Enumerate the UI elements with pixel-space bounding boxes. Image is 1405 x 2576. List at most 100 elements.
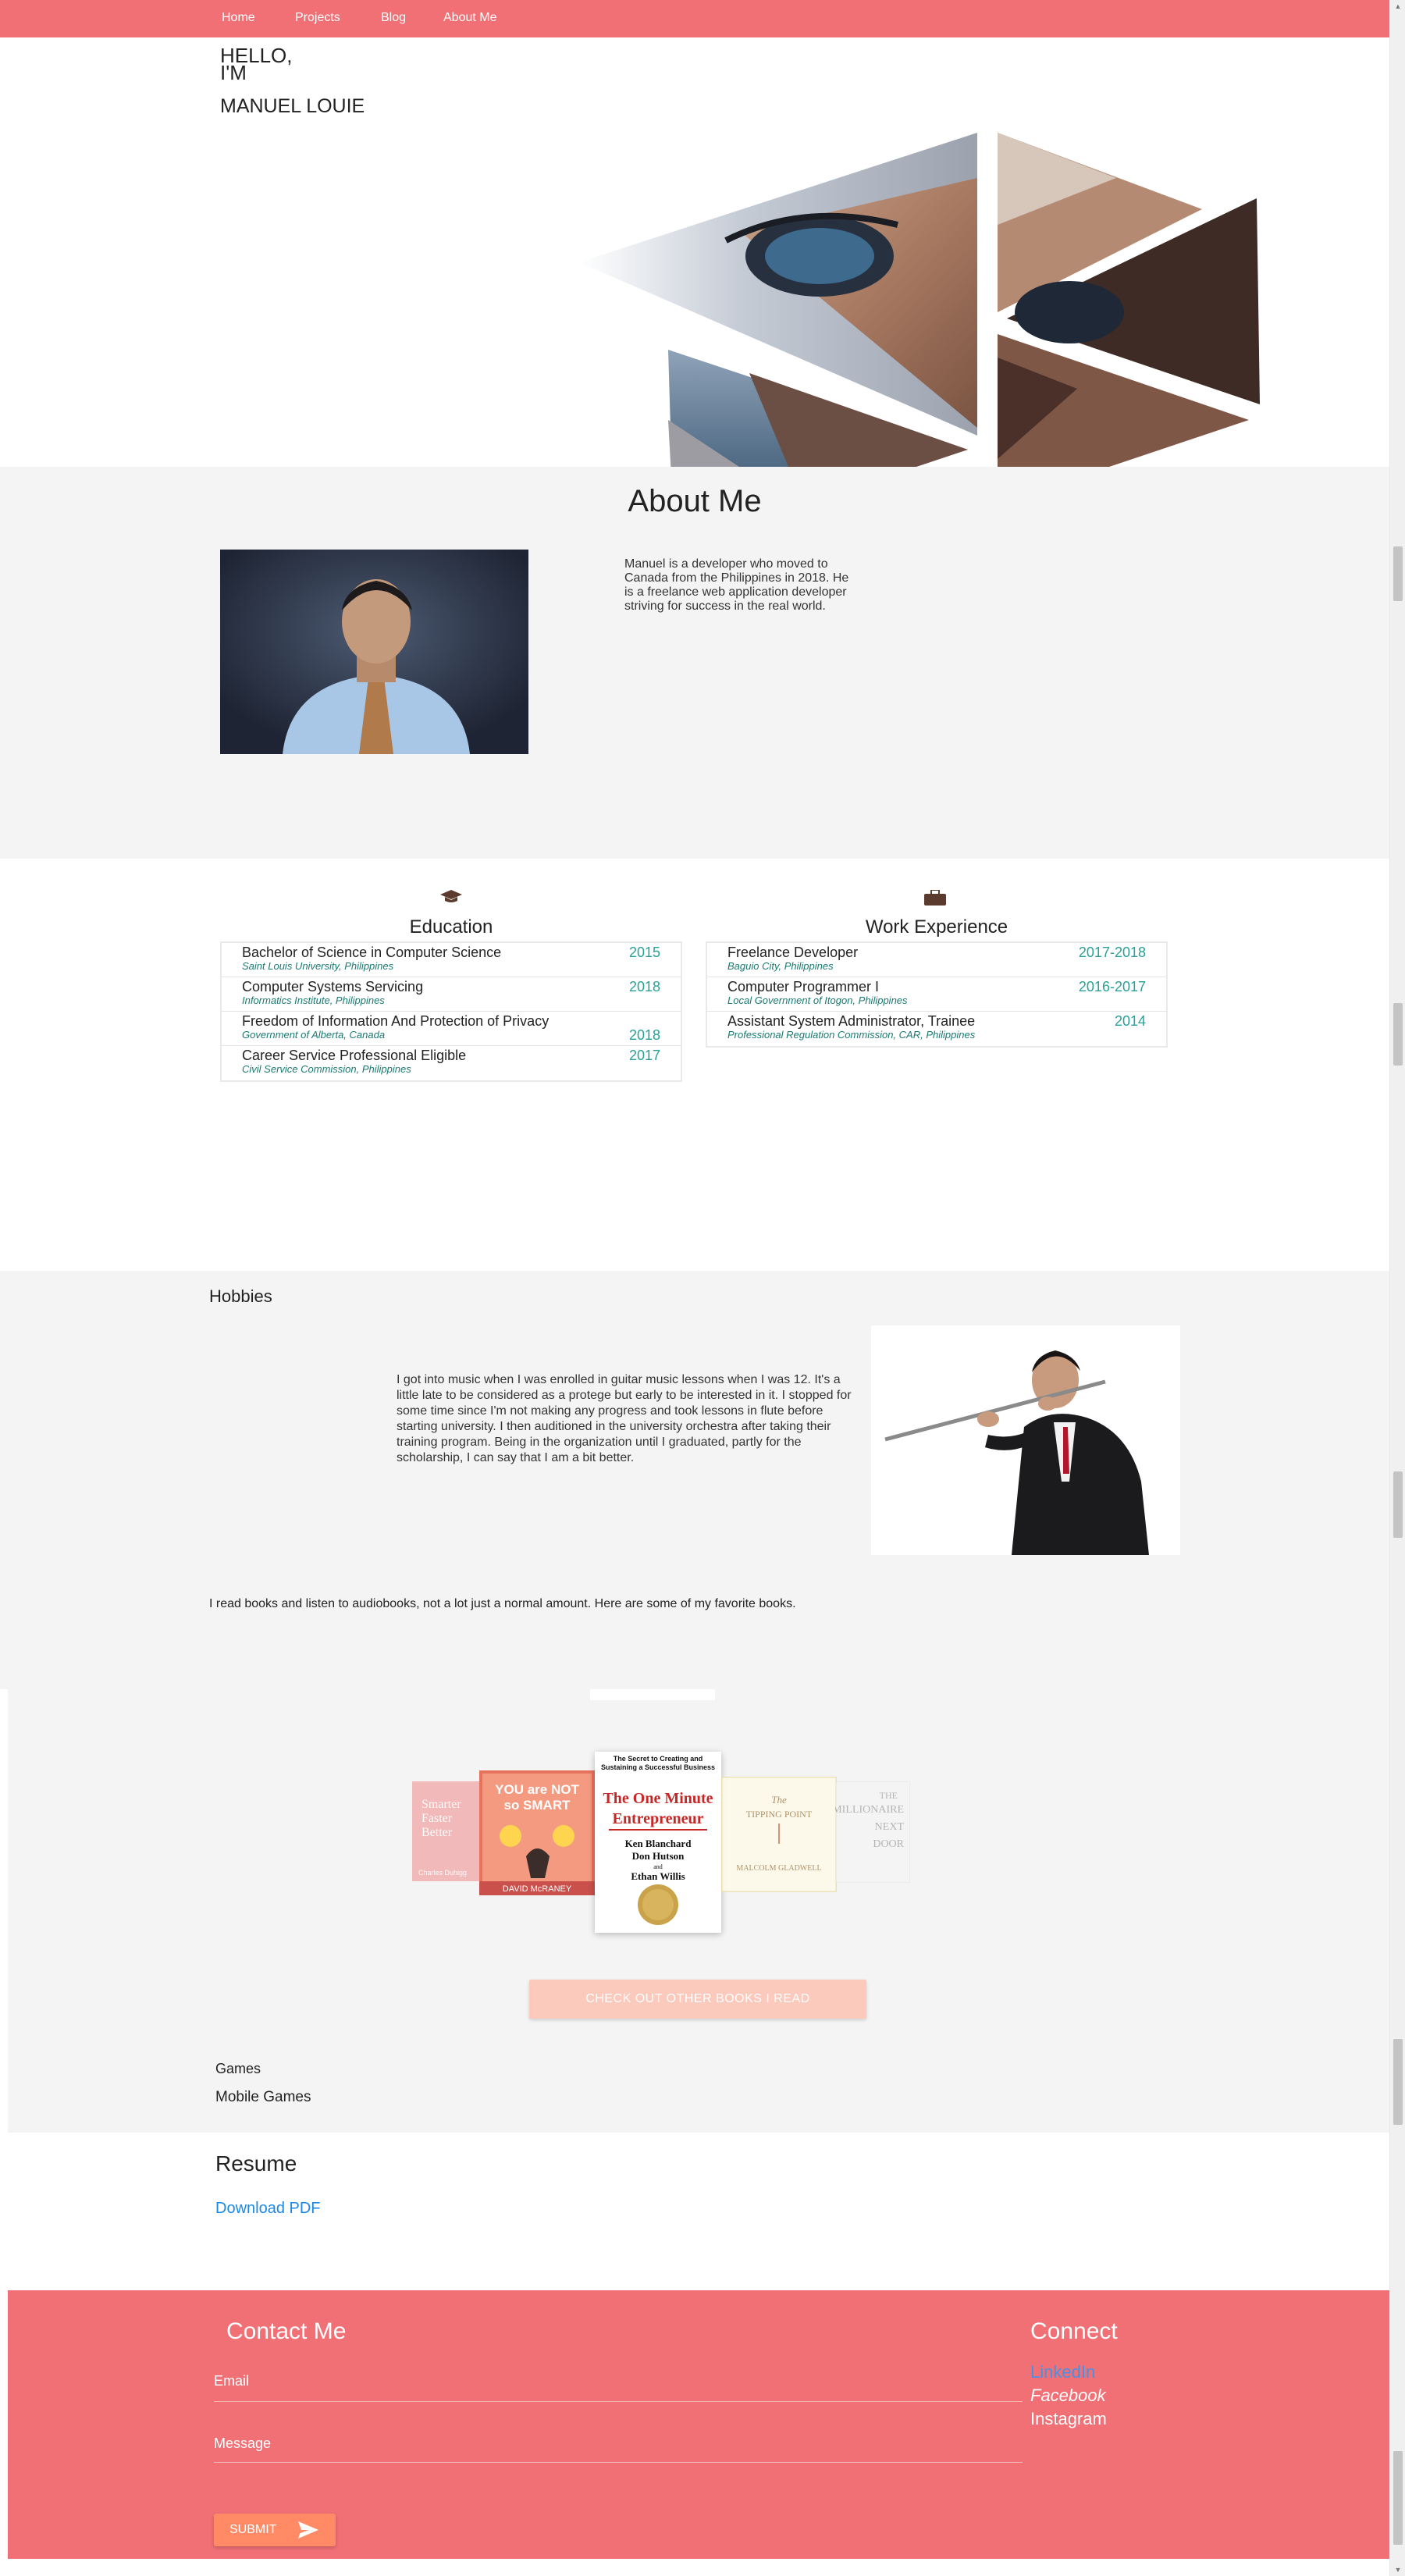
book-cover[interactable]: THE MILLIONAIRE NEXT DOOR [832, 1781, 911, 1884]
scrollbar-thumb[interactable] [1393, 546, 1403, 601]
contact-section: Contact Me Email Message SUBMIT Connect … [8, 2290, 1389, 2559]
education-row: Career Service Professional Eligible Civ… [222, 1046, 681, 1080]
submit-button[interactable]: SUBMIT [214, 2514, 336, 2546]
resume-section: Resume Download PDF [8, 2133, 1389, 2290]
book-author: Ken Blanchard [625, 1838, 692, 1849]
hero-portrait-triangles [579, 133, 1260, 468]
nav-projects-link[interactable]: Projects [295, 11, 340, 25]
book-author: DAVID McRANEY [503, 1884, 572, 1894]
work-row: Assistant System Administrator, Trainee … [707, 1012, 1166, 1046]
book-author: Charles Duhigg [418, 1869, 467, 1877]
flute-player-photo [871, 1325, 1180, 1555]
contact-title: Contact Me [226, 2318, 347, 2344]
book-cover[interactable]: The Secret to Creating and Sustaining a … [595, 1752, 721, 1933]
book-title-line: NEXT [875, 1821, 905, 1833]
briefcase-icon [924, 889, 946, 909]
work-title: Work Experience [865, 916, 1008, 938]
work-row: Freelance Developer Baguio City, Philipp… [707, 943, 1166, 977]
education-degree: Career Service Professional Eligible [242, 1048, 467, 1063]
nav-about-link[interactable]: About Me [443, 11, 496, 25]
education-row: Computer Systems Servicing Informatics I… [222, 977, 681, 1012]
education-institution: Informatics Institute, Philippines [242, 994, 385, 1006]
books-section: Smarter Faster Better Charles Duhigg YOU… [8, 1689, 1389, 2133]
scrollbar-thumb[interactable] [1393, 2451, 1403, 2545]
book-cover[interactable]: The TIPPING POINT MALCOLM GLADWELL [720, 1775, 838, 1894]
book-title-line: Entrepreneur [612, 1810, 703, 1827]
email-field-underline [214, 2401, 1023, 2402]
education-institution: Government of Alberta, Canada [242, 1029, 386, 1041]
work-years: 2017-2018 [1078, 945, 1146, 960]
education-institution: Saint Louis University, Philippines [242, 960, 394, 972]
facebook-link[interactable]: Facebook [1030, 2386, 1106, 2406]
hero-section: HELLO, I'M MANUEL LOUIE [0, 37, 1389, 468]
scroll-up-icon[interactable]: ▲ [1390, 2, 1405, 11]
games-heading: Games [215, 2061, 261, 2076]
connect-title: Connect [1030, 2318, 1118, 2344]
graduation-cap-icon [440, 890, 462, 908]
scrollbar-thumb[interactable] [1393, 2039, 1403, 2125]
scrollbar-thumb[interactable] [1393, 1003, 1403, 1066]
hobbies-section: Hobbies I got into music when I was enro… [0, 1271, 1389, 1689]
book-title-line: DOOR [873, 1838, 904, 1850]
resume-title: Resume [215, 2151, 297, 2176]
carousel-indicator [590, 1689, 715, 1700]
work-card: Freelance Developer Baguio City, Philipp… [706, 941, 1168, 1048]
linkedin-link[interactable]: LinkedIn [1030, 2362, 1095, 2382]
scrollbar-thumb[interactable] [1393, 1471, 1403, 1538]
book-title-line: Better [422, 1826, 453, 1839]
work-position: Computer Programmer I [727, 979, 880, 994]
nav-home-link[interactable]: Home [222, 11, 255, 25]
book-author: Ethan Willis [631, 1870, 685, 1882]
work-years: 2016-2017 [1078, 979, 1146, 994]
about-description: Manuel is a developer who moved to Canad… [624, 557, 849, 613]
book-title-line: MILLIONAIRE [835, 1804, 904, 1816]
hero-name: MANUEL LOUIE [220, 95, 365, 117]
book-title-line: so SMART [504, 1798, 571, 1813]
send-icon [298, 2521, 318, 2542]
top-navbar: Home Projects Blog About Me [0, 0, 1389, 37]
mobile-games-heading: Mobile Games [215, 2089, 311, 2105]
book-author: and [653, 1863, 663, 1870]
education-year: 2018 [628, 1027, 660, 1043]
instagram-link[interactable]: Instagram [1030, 2409, 1107, 2429]
work-employer: Professional Regulation Commission, CAR,… [727, 1029, 976, 1041]
book-title-line: The One Minute [603, 1790, 713, 1807]
work-row: Computer Programmer I Local Government o… [707, 977, 1166, 1012]
nav-blog-link[interactable]: Blog [381, 11, 406, 25]
page-scrollbar[interactable]: ▲ ▼ [1389, 0, 1405, 2576]
message-field[interactable]: Message [214, 2435, 271, 2452]
education-title: Education [409, 916, 493, 938]
hero-greeting: HELLO, I'M [220, 45, 293, 83]
message-field-underline [214, 2462, 1023, 2463]
email-field[interactable]: Email [214, 2373, 249, 2389]
work-position: Freelance Developer [727, 945, 859, 960]
work-years: 2014 [1114, 1013, 1146, 1029]
scroll-down-icon[interactable]: ▼ [1390, 2565, 1405, 2574]
book-author: Don Hutson [632, 1850, 685, 1862]
book-cover[interactable]: YOU are NOT so SMART DAVID McRANEY [479, 1770, 595, 1895]
check-out-books-button[interactable]: CHECK OUT OTHER BOOKS I READ [529, 1980, 866, 2019]
music-description: I got into music when I was enrolled in … [397, 1373, 852, 1464]
book-title-line: THE [880, 1790, 898, 1801]
profile-photo [220, 550, 528, 754]
education-row: Bachelor of Science in Computer Science … [222, 943, 681, 977]
education-work-section: Education Work Experience Bachelor of Sc… [0, 859, 1389, 1271]
book-title-line: The [771, 1794, 787, 1806]
education-degree: Freedom of Information And Protection of… [242, 1013, 550, 1029]
book-tagline: The Secret to Creating and Sustaining a … [600, 1755, 716, 1771]
education-degree: Computer Systems Servicing [242, 979, 424, 994]
education-degree: Bachelor of Science in Computer Science [242, 945, 502, 960]
download-pdf-link[interactable]: Download PDF [215, 2200, 321, 2218]
education-year: 2015 [628, 945, 660, 960]
submit-label: SUBMIT [229, 2523, 277, 2536]
education-year: 2018 [628, 979, 660, 994]
book-title-line: TIPPING POINT [746, 1809, 813, 1820]
books-intro: I read books and listen to audiobooks, n… [209, 1597, 796, 1610]
about-title: About Me [628, 484, 762, 518]
education-row: Freedom of Information And Protection of… [222, 1012, 681, 1046]
work-employer: Baguio City, Philippines [727, 960, 834, 972]
book-title-line: YOU are NOT [495, 1782, 579, 1797]
book-cover[interactable]: Smarter Faster Better Charles Duhigg [412, 1781, 482, 1881]
hobbies-title: Hobbies [209, 1286, 272, 1306]
education-card: Bachelor of Science in Computer Science … [220, 941, 682, 1082]
